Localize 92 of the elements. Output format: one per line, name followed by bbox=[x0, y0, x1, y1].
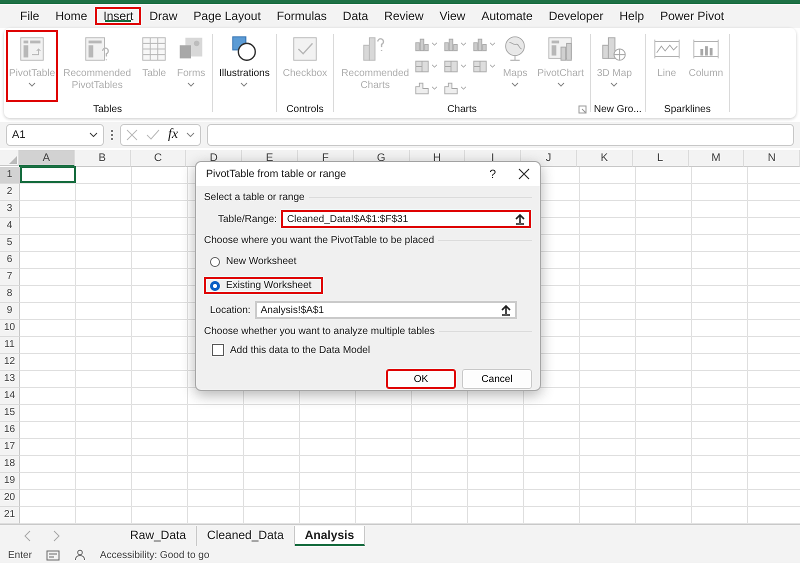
row-header[interactable]: 11 bbox=[0, 337, 20, 354]
collapse-icon[interactable] bbox=[500, 304, 511, 316]
column-header[interactable]: N bbox=[744, 150, 800, 167]
field-label: Location: bbox=[210, 304, 251, 316]
dialog-button[interactable]: OK bbox=[386, 369, 456, 389]
ribbon-tab[interactable]: View bbox=[432, 7, 474, 25]
row-header[interactable]: 18 bbox=[0, 456, 20, 473]
close-icon[interactable] bbox=[518, 168, 530, 180]
column-header[interactable]: B bbox=[74, 150, 131, 167]
caret-icon bbox=[186, 132, 196, 138]
chevron-left-icon[interactable] bbox=[24, 530, 32, 542]
more-icon[interactable] bbox=[110, 129, 114, 141]
group-label: Tables bbox=[93, 104, 122, 114]
row-header[interactable]: 20 bbox=[0, 490, 20, 507]
ribbon-tab[interactable]: Automate bbox=[473, 7, 541, 25]
sheet-tab[interactable]: Raw_Data bbox=[120, 526, 198, 546]
chart-icon bbox=[443, 58, 460, 74]
row-header[interactable]: 2 bbox=[0, 184, 20, 201]
select-all-corner[interactable] bbox=[0, 150, 19, 166]
section-heading: Choose where you want the PivotTable to be placed bbox=[204, 235, 434, 246]
macro-record-icon[interactable] bbox=[46, 550, 60, 560]
row-header[interactable]: 16 bbox=[0, 422, 20, 439]
location-field[interactable]: Analysis!$A$1 bbox=[254, 301, 517, 319]
caret-icon bbox=[89, 132, 98, 138]
insert-function-button[interactable]: fx bbox=[168, 127, 178, 143]
sheet-tab[interactable]: Analysis bbox=[294, 526, 366, 546]
column-header[interactable]: L bbox=[632, 150, 688, 167]
enter-icon[interactable] bbox=[146, 129, 160, 141]
dialog-launcher-icon[interactable] bbox=[578, 104, 587, 114]
ribbon-tab[interactable]: Home bbox=[47, 7, 96, 25]
row-header[interactable]: 7 bbox=[0, 269, 20, 286]
chart-icon bbox=[414, 80, 430, 96]
person-icon bbox=[74, 549, 86, 561]
data-model-checkbox[interactable]: Add this data to the Data Model bbox=[204, 344, 370, 356]
ribbon-button[interactable]: Illustrations bbox=[216, 30, 273, 102]
ribbon-tab[interactable]: Review bbox=[376, 7, 432, 25]
dialog-title: PivotTable from table or range bbox=[206, 168, 348, 180]
section-heading: Choose whether you want to analyze multiple tables bbox=[204, 326, 435, 337]
chart-icon bbox=[472, 36, 488, 52]
row-header[interactable]: 10 bbox=[0, 320, 20, 337]
group-label: Charts bbox=[447, 104, 477, 114]
chart-icon bbox=[414, 58, 430, 74]
group-label: Controls bbox=[286, 104, 324, 114]
row-header[interactable]: 9 bbox=[0, 303, 20, 320]
chart-icon bbox=[472, 58, 488, 74]
chart-icon bbox=[414, 36, 430, 52]
dialog-button[interactable]: Cancel bbox=[462, 369, 532, 389]
ribbon-tab[interactable]: Formulas bbox=[268, 7, 335, 25]
row-header[interactable]: 17 bbox=[0, 439, 20, 456]
chart-icon bbox=[443, 36, 460, 52]
row-header[interactable]: 15 bbox=[0, 405, 20, 422]
chart-icon bbox=[443, 80, 460, 96]
row-header[interactable]: 8 bbox=[0, 286, 20, 303]
row-header[interactable]: 14 bbox=[0, 388, 20, 405]
row-header[interactable]: 12 bbox=[0, 354, 20, 371]
selected-cell[interactable] bbox=[20, 166, 76, 183]
ribbon-tab[interactable]: Power Pivot bbox=[652, 7, 732, 25]
field-label: Table/Range: bbox=[218, 214, 277, 224]
column-header[interactable]: C bbox=[130, 150, 186, 167]
ribbon-tab[interactable]: Data bbox=[334, 7, 376, 25]
help-button[interactable]: ? bbox=[489, 167, 496, 181]
row-header[interactable]: 3 bbox=[0, 201, 20, 218]
section-heading: Select a table or range bbox=[204, 192, 305, 203]
ribbon-tab[interactable]: Help bbox=[611, 7, 652, 25]
column-header[interactable]: K bbox=[576, 150, 633, 167]
accessibility-status[interactable]: Accessibility: Good to go bbox=[100, 550, 210, 560]
row-header[interactable]: 4 bbox=[0, 218, 20, 235]
chevron-right-icon[interactable] bbox=[52, 530, 60, 542]
triangle-icon bbox=[8, 156, 17, 164]
group-label: New Gro... bbox=[594, 104, 642, 114]
radio-option[interactable]: New Worksheet bbox=[204, 253, 308, 270]
row-header[interactable]: 1 bbox=[0, 167, 20, 184]
row-header[interactable]: 21 bbox=[0, 507, 20, 524]
cancel-icon[interactable] bbox=[126, 129, 138, 141]
row-header[interactable]: 5 bbox=[0, 235, 20, 252]
radio-option[interactable]: Existing Worksheet bbox=[204, 277, 324, 294]
column-header[interactable]: A bbox=[18, 150, 75, 167]
column-header[interactable]: M bbox=[688, 150, 744, 167]
range-field[interactable]: Cleaned_Data!$A$1:$F$31 bbox=[280, 210, 531, 228]
row-header[interactable]: 19 bbox=[0, 473, 20, 490]
ribbon-tab[interactable]: Draw bbox=[141, 7, 186, 25]
ribbon-tab[interactable]: Page Layout bbox=[185, 7, 269, 25]
formula-input[interactable] bbox=[207, 124, 794, 146]
name-box[interactable]: A1 bbox=[6, 124, 104, 146]
group-label: Sparklines bbox=[664, 104, 711, 114]
status-mode: Enter bbox=[8, 550, 32, 560]
ribbon-tab[interactable]: Insert bbox=[95, 7, 142, 25]
row-header[interactable]: 13 bbox=[0, 371, 20, 388]
ribbon-tab[interactable]: Developer bbox=[540, 7, 612, 25]
collapse-icon[interactable] bbox=[514, 213, 525, 225]
row-header[interactable]: 6 bbox=[0, 252, 20, 269]
ribbon-tab[interactable]: File bbox=[12, 7, 48, 25]
